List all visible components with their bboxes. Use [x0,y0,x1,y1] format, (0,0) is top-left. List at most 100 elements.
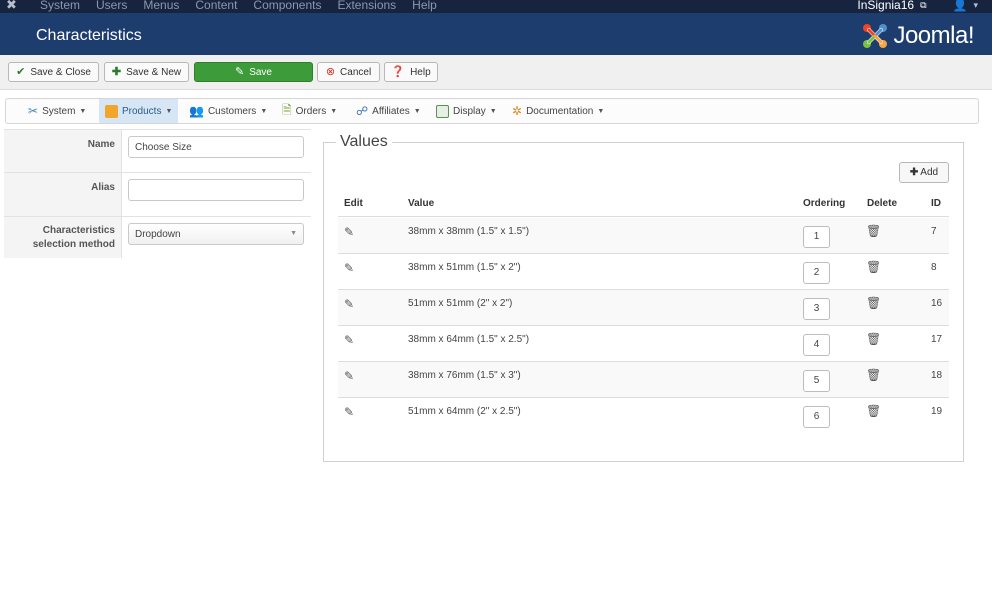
ordering-input[interactable]: 4 [803,334,830,356]
selection-method-select[interactable]: Dropdown ▼ [128,223,304,245]
joomla-logo-icon [863,24,888,48]
submenu-system[interactable]: ✂ System ▼ [22,99,92,123]
submenu-documentation-label: Documentation [526,105,594,117]
submenu-customers[interactable]: 👥 Customers ▼ [183,99,273,123]
table-row: ✎ 51mm x 51mm (2" x 2") 3 🗑 16 [338,290,949,326]
cancel-button[interactable]: ⊗ Cancel [317,62,380,82]
header-edit: Edit [344,198,363,209]
top-menu-extensions[interactable]: Extensions [337,0,396,13]
save-button[interactable]: ✎ Save [194,62,313,82]
name-label: Name [4,130,122,172]
edit-pencil-icon[interactable]: ✎ [344,297,354,311]
header-delete: Delete [867,198,898,209]
table-row: ✎ 38mm x 38mm (1.5" x 1.5") 1 🗑 7 [338,218,949,254]
edit-pencil-icon[interactable]: ✎ [344,369,354,383]
alias-label: Alias [4,173,122,216]
products-icon [105,104,118,118]
submenu-products[interactable]: Products ▼ [99,99,179,123]
header-value: Value [408,198,435,209]
user-caret-icon[interactable]: ▾ [973,0,978,13]
caret-down-icon: ▼ [79,107,87,115]
header-ordering: Ordering [803,198,846,209]
add-value-button[interactable]: ✚ Add [899,162,949,183]
caret-down-icon: ▼ [330,107,338,115]
topbar-right: InSignia16 ⧉ 👤 ▾ [857,0,978,13]
display-icon [436,104,449,118]
top-menu: System Users Menus Content Components Ex… [40,0,453,13]
submenu-display-label: Display [453,105,486,117]
help-label: Help [410,66,431,78]
ordering-input[interactable]: 1 [803,226,830,248]
ordering-input[interactable]: 5 [803,370,830,392]
value-cell: 38mm x 38mm (1.5" x 1.5") [408,226,530,237]
edit-pencil-icon[interactable]: ✎ [344,261,354,275]
page-header: Characteristics Joomla! [0,13,992,55]
joomla-menu-icon[interactable]: ✖ [6,0,22,14]
submenu-products-label: Products [122,105,162,117]
external-link-icon[interactable]: ⧉ [920,0,926,13]
value-cell: 51mm x 51mm (2" x 2") [408,298,513,309]
values-table-header: Edit Value Ordering Delete ID [338,195,949,217]
selection-method-label: Characteristics selection method [4,217,122,258]
save-label: Save [249,66,272,78]
caret-down-icon: ▼ [597,107,605,115]
help-button[interactable]: ❓ Help [384,62,438,82]
plus-icon: ✚ [909,167,919,178]
delete-trash-icon[interactable]: 🗑 [866,332,881,346]
save-new-button[interactable]: ✚ Save & New [104,62,189,82]
top-menu-system[interactable]: System [40,0,80,13]
table-row: ✎ 51mm x 64mm (2" x 2.5") 6 🗑 19 [338,398,949,434]
add-value-label: Add [920,167,939,178]
delete-trash-icon[interactable]: 🗑 [866,368,881,382]
edit-pencil-icon[interactable]: ✎ [344,333,354,347]
submenu-affiliates-label: Affiliates [372,105,410,117]
name-row: Name Choose Size [4,129,311,173]
table-row: ✎ 38mm x 64mm (1.5" x 2.5") 4 🗑 17 [338,326,949,362]
orders-icon: 🗎 [282,102,292,117]
alias-row: Alias [4,173,311,217]
plus-icon: ✚ [111,65,122,78]
selection-method-value: Dropdown [135,229,181,240]
value-cell: 38mm x 51mm (1.5" x 2") [408,262,521,273]
ordering-input[interactable]: 6 [803,406,830,428]
table-row: ✎ 38mm x 76mm (1.5" x 3") 5 🗑 18 [338,362,949,398]
id-cell: 19 [931,406,943,417]
admin-top-menubar: ✖ System Users Menus Content Components … [0,0,992,13]
value-cell: 38mm x 76mm (1.5" x 3") [408,370,521,381]
name-field[interactable]: Choose Size [128,136,304,158]
delete-trash-icon[interactable]: 🗑 [866,224,881,238]
alias-field[interactable] [128,179,304,201]
submenu-customers-label: Customers [207,105,257,117]
top-menu-components[interactable]: Components [253,0,321,13]
joomla-logo-text: Joomla! [893,22,974,49]
delete-trash-icon[interactable]: 🗑 [866,260,881,274]
top-menu-menus[interactable]: Menus [143,0,179,13]
delete-trash-icon[interactable]: 🗑 [866,404,881,418]
page-title: Characteristics [36,27,142,44]
caret-down-icon: ▼ [413,107,421,115]
submenu-system-label: System [42,105,76,117]
caret-down-icon: ▼ [260,107,268,115]
edit-pencil-icon[interactable]: ✎ [344,405,354,419]
user-icon[interactable]: 👤 [953,0,968,13]
top-menu-help[interactable]: Help [412,0,437,13]
ordering-input[interactable]: 3 [803,298,830,320]
submenu-orders-label: Orders [295,105,327,117]
delete-trash-icon[interactable]: 🗑 [866,296,881,310]
site-name-link[interactable]: InSignia16 [857,0,914,13]
component-submenu: ✂ System ▼ Products ▼ 👥 Customers ▼ 🗎 Order… [5,98,979,124]
id-cell: 8 [931,262,937,273]
ordering-input[interactable]: 2 [803,262,830,284]
top-menu-users[interactable]: Users [96,0,127,13]
submenu-display[interactable]: Display ▼ [430,99,503,123]
save-close-button[interactable]: ✔ Save & Close [8,62,99,82]
caret-down-icon: ▼ [489,107,497,115]
value-cell: 51mm x 64mm (2" x 2.5") [408,406,521,417]
submenu-affiliates[interactable]: ☍ Affiliates ▼ [350,99,427,123]
edit-pencil-icon[interactable]: ✎ [344,225,354,239]
submenu-orders[interactable]: 🗎 Orders ▼ [276,99,343,123]
submenu-documentation[interactable]: ✲ Documentation ▼ [506,99,610,123]
top-menu-content[interactable]: Content [195,0,237,13]
customers-icon: 👥 [189,104,204,118]
check-icon: ✔ [16,65,26,78]
